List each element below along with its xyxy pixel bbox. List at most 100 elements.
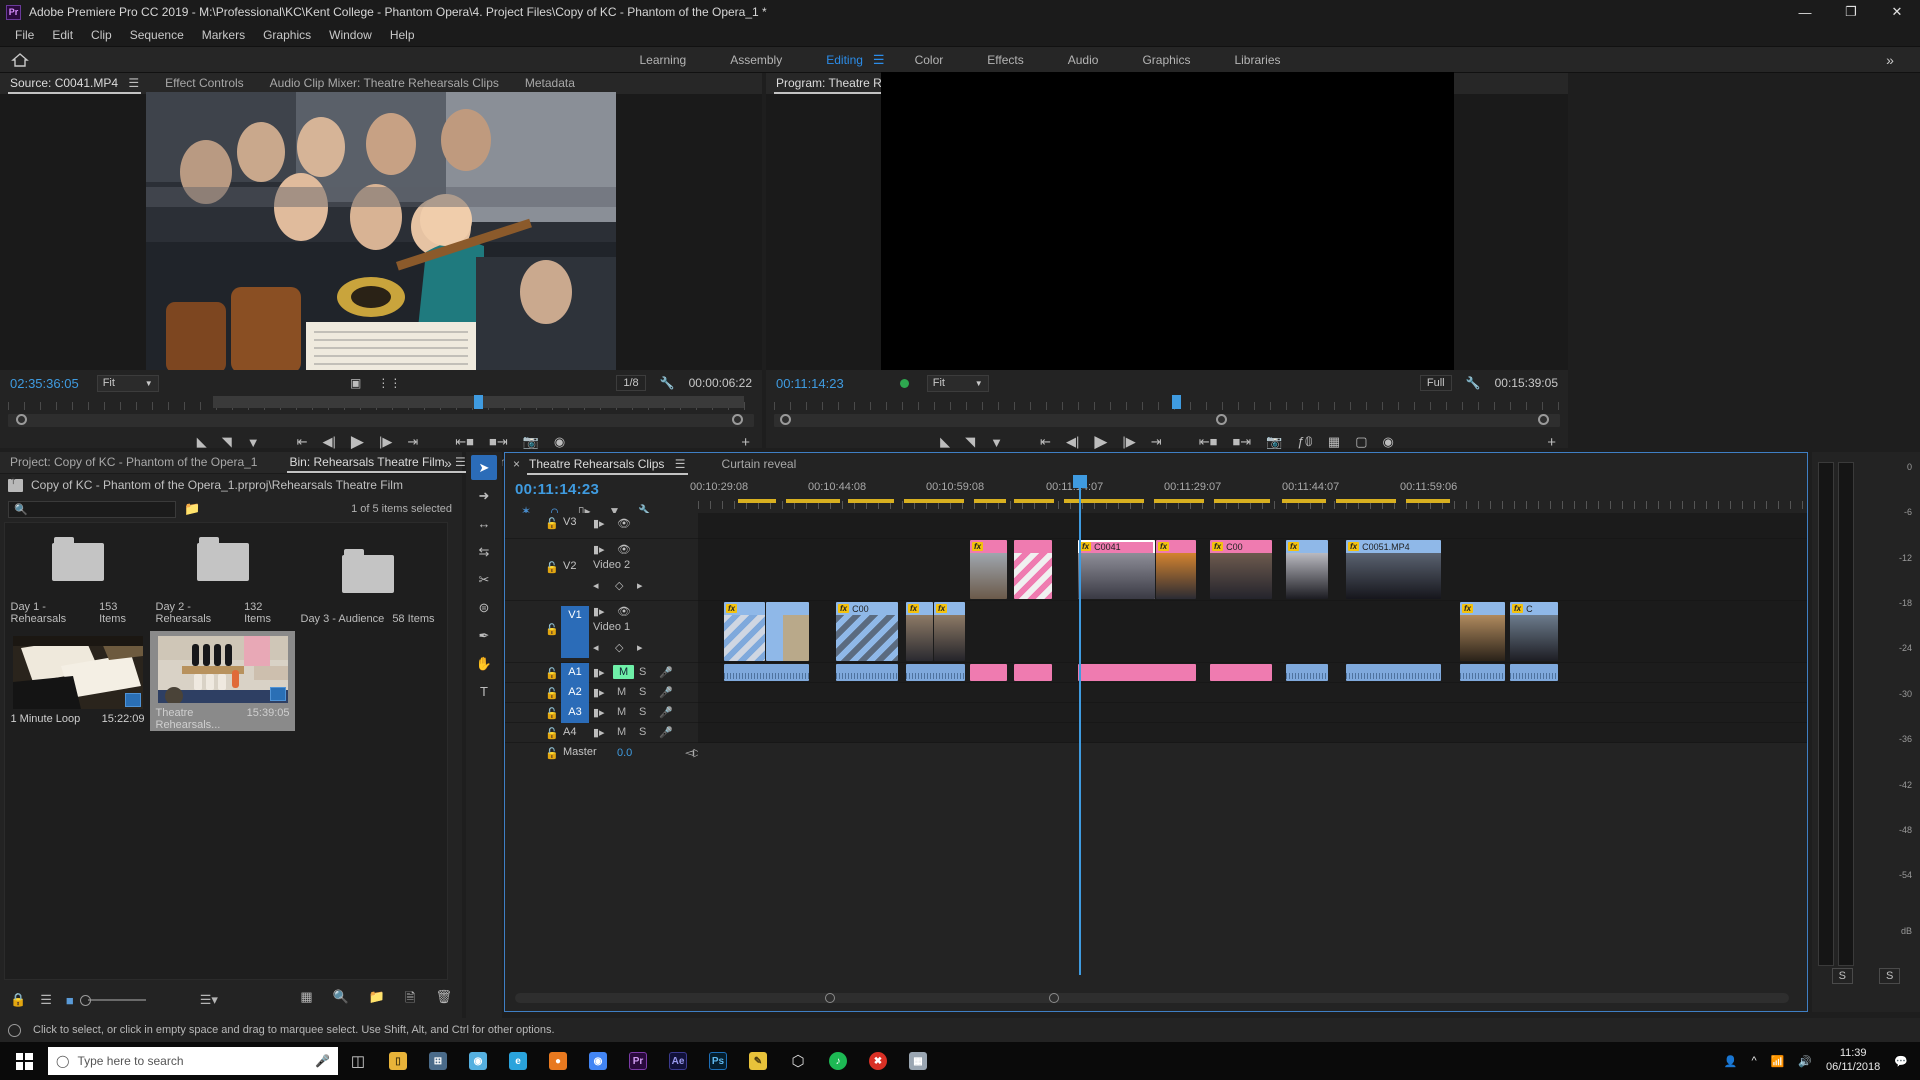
program-zoom-scrollbar[interactable]: [774, 414, 1560, 427]
timeline-ruler[interactable]: 00:10:29:08 00:10:44:08 00:10:59:08 00:1…: [690, 475, 1807, 513]
timeline-audio-clip[interactable]: [906, 664, 965, 681]
after-effects-icon[interactable]: Ae: [658, 1042, 698, 1080]
workspace-tab-assembly[interactable]: Assembly: [708, 49, 804, 71]
solo-button-a2[interactable]: S: [639, 686, 646, 698]
scrollbar-knob-left[interactable]: [825, 993, 835, 1003]
close-icon[interactable]: ×: [513, 457, 520, 471]
marker[interactable]: [1064, 499, 1144, 503]
workspace-tab-libraries[interactable]: Libraries: [1212, 49, 1302, 71]
selection-tool[interactable]: ➤: [471, 455, 497, 480]
program-zoom-knob-left[interactable]: [780, 414, 791, 425]
eye-icon[interactable]: 👁: [617, 543, 631, 556]
lock-icon[interactable]: 🔓: [545, 747, 559, 760]
new-item-icon[interactable]: 🗎: [405, 989, 415, 1011]
marker[interactable]: [1014, 499, 1054, 503]
solo-button-a3[interactable]: S: [639, 706, 646, 718]
track-target-a2[interactable]: A2: [561, 683, 589, 703]
tab-source[interactable]: Source: C0041.MP4 ☰: [8, 73, 151, 94]
timeline-clip[interactable]: fx: [970, 540, 1007, 599]
marker[interactable]: [1282, 499, 1326, 503]
bin-item-day-3[interactable]: Day 3 - Audience 58 Items: [295, 523, 440, 631]
source-monitor-view[interactable]: [0, 92, 762, 373]
source-current-timecode[interactable]: 02:35:36:05: [10, 376, 79, 391]
sync-lock-icon[interactable]: ▮▸: [593, 666, 605, 679]
workspace-tab-color[interactable]: Color: [893, 49, 966, 71]
program-multicam-button[interactable]: ▦: [1328, 434, 1340, 450]
program-add-button-icon[interactable]: +: [1547, 434, 1556, 451]
tab-audio-clip-mixer[interactable]: Audio Clip Mixer: Theatre Rehearsals Cli…: [256, 73, 511, 94]
overwrite-button[interactable]: ■⇥: [489, 434, 508, 450]
timeline-audio-clip[interactable]: [836, 664, 898, 681]
people-icon[interactable]: 👤: [1724, 1055, 1738, 1068]
lock-icon[interactable]: 🔓: [545, 727, 559, 740]
program-zoom-select[interactable]: Fit ▼: [926, 374, 989, 392]
program-settings-icon[interactable]: 🔧: [1466, 376, 1481, 390]
wifi-icon[interactable]: 📶: [1771, 1055, 1785, 1068]
step-forward-button[interactable]: |▶: [379, 434, 392, 450]
go-to-in-button[interactable]: ⇤: [297, 434, 308, 450]
hexagon-icon[interactable]: ⬡: [778, 1042, 818, 1080]
find-icon[interactable]: 🔍: [333, 989, 349, 1011]
workspace-overflow-icon[interactable]: »: [1860, 52, 1920, 68]
menu-file[interactable]: File: [6, 26, 43, 44]
sync-lock-icon[interactable]: ▮▸: [593, 517, 605, 530]
timeline-audio-clip[interactable]: [1078, 664, 1196, 681]
timeline-clip[interactable]: fx C00: [836, 602, 898, 661]
track-row-v2[interactable]: fx fx C0041 fx fx C00 fx fx C0051.MP4: [698, 539, 1807, 601]
marker[interactable]: [974, 499, 1006, 503]
menu-help[interactable]: Help: [381, 26, 424, 44]
program-playhead[interactable]: [1172, 395, 1181, 409]
eye-icon[interactable]: 👁: [617, 517, 631, 530]
marker[interactable]: [1214, 499, 1270, 503]
marker[interactable]: [848, 499, 894, 503]
workspace-menu-icon[interactable]: ☰: [873, 52, 885, 68]
antivirus-icon[interactable]: ✖: [858, 1042, 898, 1080]
source-scrubber[interactable]: [8, 395, 754, 414]
lock-icon[interactable]: 🔓: [545, 687, 559, 700]
timeline-clip[interactable]: fx: [934, 602, 965, 661]
lock-icon[interactable]: 🔓: [545, 667, 559, 680]
clip-item-theatre-rehearsals[interactable]: Theatre Rehearsals... 15:39:05: [150, 631, 295, 731]
automate-to-sequence-icon[interactable]: ▦: [300, 989, 312, 1011]
export-frame-button[interactable]: 📷: [523, 434, 539, 450]
timeline-clip-area[interactable]: fx fx C0041 fx fx C00 fx fx C0051.MP4 fx…: [698, 513, 1807, 975]
task-view-icon[interactable]: ◫: [338, 1042, 378, 1080]
volume-icon[interactable]: 🔊: [1798, 1055, 1812, 1068]
timeline-audio-clip[interactable]: [1014, 664, 1052, 681]
timeline-audio-clip[interactable]: [1286, 664, 1328, 681]
menu-edit[interactable]: Edit: [43, 26, 82, 44]
app-icon[interactable]: ▦: [898, 1042, 938, 1080]
maximize-button[interactable]: ❐: [1828, 0, 1874, 24]
timeline-clip[interactable]: fx: [906, 602, 933, 661]
thumbnail-zoom-slider[interactable]: [79, 995, 146, 1006]
track-header-master[interactable]: 🔓 Master 0.0 ◅▷: [505, 743, 702, 765]
track-header-a3[interactable]: 🔓 A3 ▮▸ M S 🎤: [505, 703, 698, 723]
track-target-a1[interactable]: A1: [561, 663, 589, 683]
icon-view-icon[interactable]: ■: [66, 993, 74, 1008]
bin-item-day-1[interactable]: Day 1 - Rehearsals 153 Items: [5, 523, 150, 631]
track-header-v3[interactable]: 🔓 V3 ▮▸ 👁: [505, 513, 698, 539]
lock-icon[interactable]: 🔓: [545, 517, 559, 530]
program-play-button[interactable]: ▶: [1094, 432, 1107, 452]
timeline-clip[interactable]: fx C00: [1210, 540, 1272, 599]
source-zoom-select[interactable]: Fit ▼: [96, 374, 159, 392]
solo-button-right[interactable]: S: [1879, 968, 1901, 984]
photoshop-icon[interactable]: Ps: [698, 1042, 738, 1080]
ripple-edit-tool[interactable]: ↔: [466, 511, 502, 536]
voice-record-icon[interactable]: 🎤: [659, 726, 673, 739]
timeline-audio-clip[interactable]: [1510, 664, 1558, 681]
mark-in-button[interactable]: ◣: [197, 434, 207, 450]
microphone-icon[interactable]: 🎤: [315, 1054, 330, 1068]
timeline-panel-menu-icon[interactable]: ☰: [675, 457, 686, 471]
keyframe-prev-icon[interactable]: ◂: [593, 641, 599, 654]
source-quality-select[interactable]: 1/8: [616, 375, 646, 391]
lock-icon[interactable]: 🔓: [545, 623, 559, 636]
track-row-a3[interactable]: [698, 703, 1807, 723]
minimize-button[interactable]: —: [1782, 0, 1828, 24]
program-mark-out-button[interactable]: ◥: [965, 434, 975, 450]
workspace-tab-graphics[interactable]: Graphics: [1120, 49, 1212, 71]
keyframe-next-icon[interactable]: ▸: [637, 579, 643, 592]
playhead-handle[interactable]: [1073, 475, 1087, 488]
eye-icon[interactable]: 👁: [617, 605, 631, 618]
clip-item-one-minute-loop[interactable]: 1 Minute Loop 15:22:09: [5, 631, 150, 731]
